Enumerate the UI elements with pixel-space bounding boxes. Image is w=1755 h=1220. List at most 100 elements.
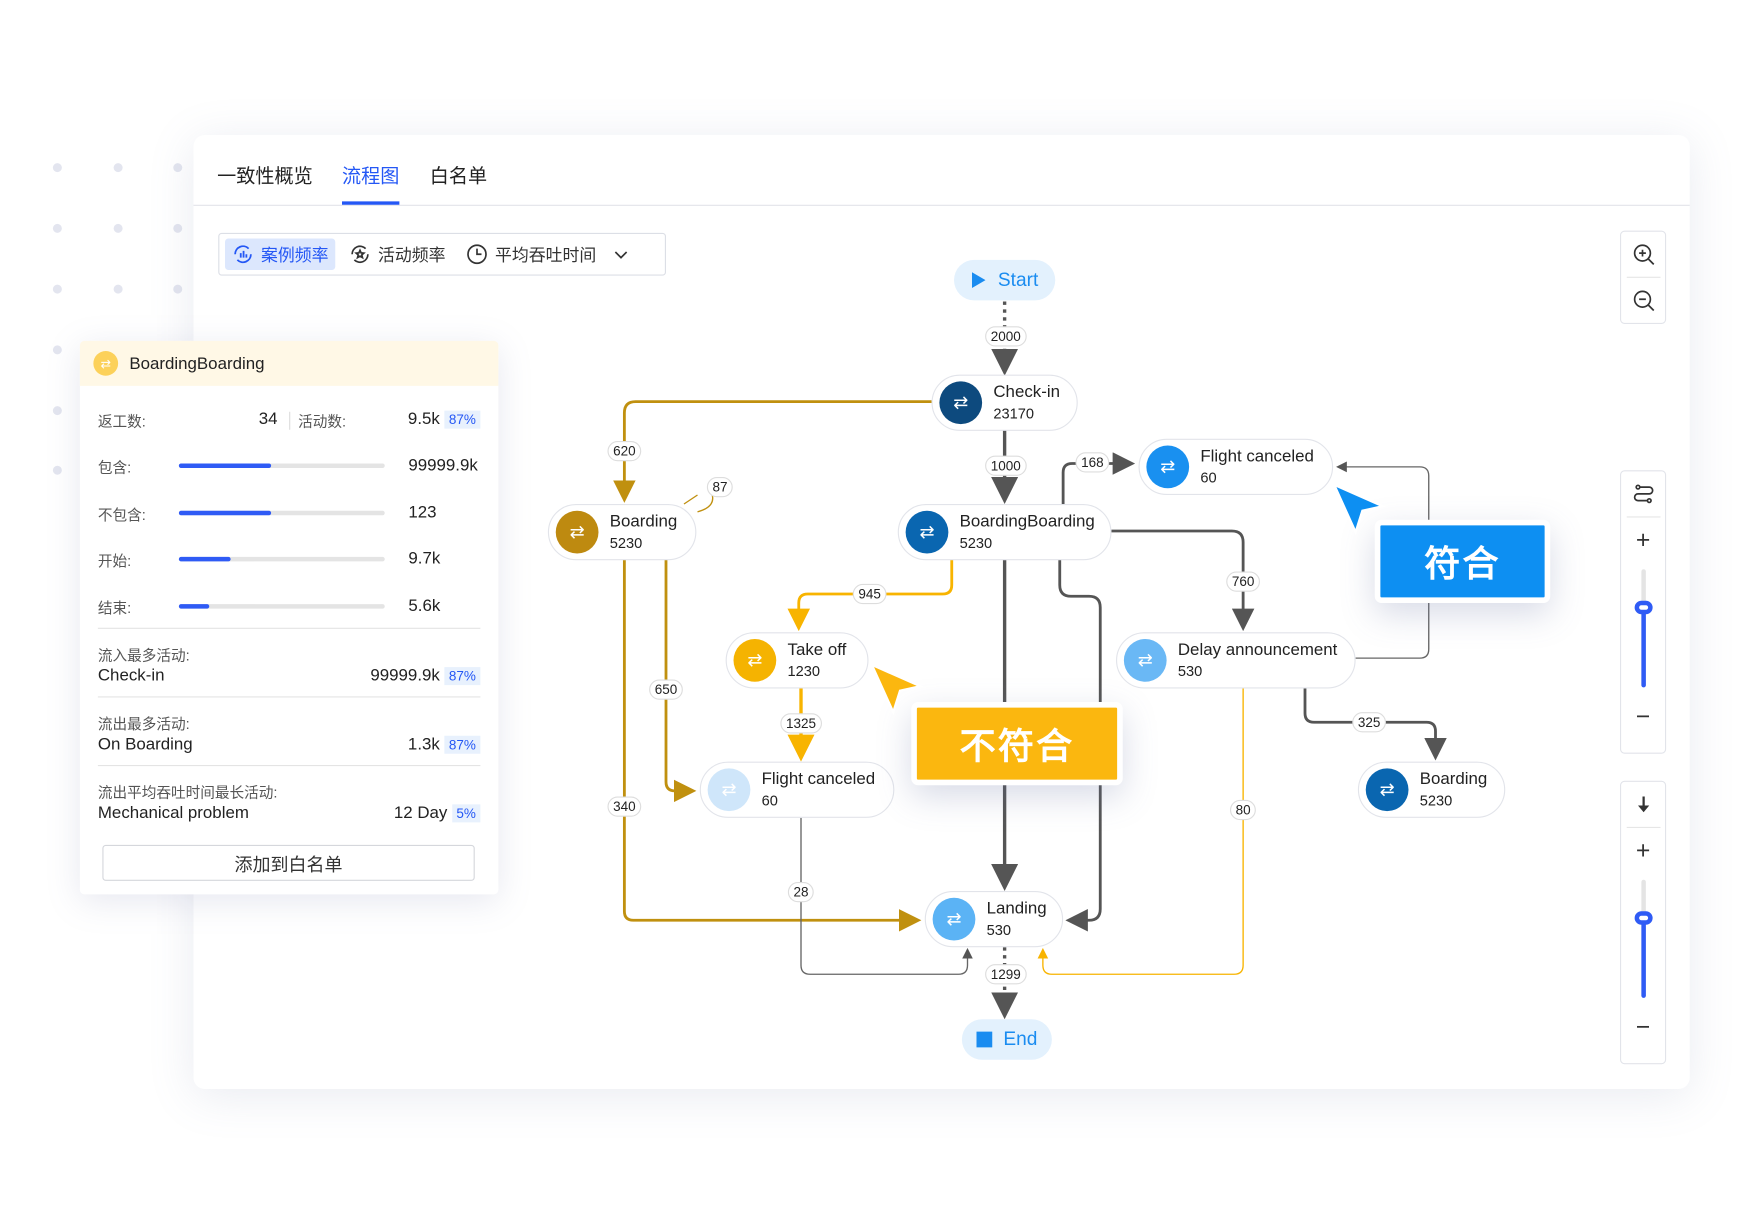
edge-label: 650 — [649, 679, 683, 700]
panel-title: BoardingBoarding — [129, 353, 265, 373]
activity-detail-panel: ⇄ BoardingBoarding 返工数: 34 活动数: 9.5k 87% … — [79, 340, 499, 895]
progress-bar — [178, 510, 385, 515]
rework-row: 返工数: 34 活动数: 9.5k 87% — [98, 410, 481, 431]
section-label: 流出平均吞吐时间最长活动: — [97, 784, 278, 801]
end-label: End — [1003, 1028, 1038, 1050]
divider — [97, 765, 481, 767]
add-to-whitelist-button[interactable]: 添加到白名单 — [102, 844, 475, 881]
panel-header: ⇄ BoardingBoarding — [79, 340, 499, 386]
start-label: Start — [997, 268, 1039, 291]
stat-bar-row: 包含: 99999.9k — [98, 456, 481, 477]
section-stat: 12 Day 5% — [394, 803, 481, 823]
node-name: Delay announcement — [1177, 640, 1338, 660]
stat-bar-row: 开始: 9.7k — [98, 549, 481, 570]
stage: 一致性概览 流程图 白名单 案例频率 活动频率 平均吞吐时间 + − + − 2… — [0, 0, 1755, 1220]
edge-label: 620 — [607, 441, 642, 462]
divider — [97, 696, 481, 698]
cursor-yellow-icon — [869, 662, 924, 716]
node-name: Boarding — [609, 511, 678, 531]
edge-label: 1325 — [780, 713, 822, 734]
activity-node[interactable]: ⇄ Flight canceled 60 — [699, 761, 895, 818]
section-value: 99999.9k — [370, 666, 440, 686]
node-count: 60 — [1200, 469, 1217, 486]
stat-label: 结束: — [97, 599, 132, 616]
edge-checkin-boarding — [613, 400, 932, 503]
section-activity: Check-in — [97, 666, 165, 686]
node-count: 5230 — [609, 534, 643, 552]
section-stat: 99999.9k 87% — [370, 666, 481, 686]
node-name: Take off — [787, 640, 847, 660]
start-node[interactable]: Start — [954, 259, 1056, 301]
activity-node[interactable]: ⇄ Boarding 5230 — [547, 504, 697, 561]
activity-node[interactable]: ⇄ Check-in 23170 — [931, 374, 1078, 431]
progress-bar — [178, 556, 385, 562]
swap-icon: ⇄ — [733, 639, 777, 682]
stat-bar-row: 不包含: 123 — [98, 502, 481, 523]
stat-value: 5.6k — [408, 595, 441, 615]
stat-bar-row: 结束: 5.6k — [98, 596, 481, 617]
node-count: 5230 — [959, 534, 993, 552]
node-name: Landing — [986, 898, 1047, 918]
edge-label: 2000 — [985, 326, 1027, 347]
divider — [289, 411, 291, 430]
conform-label: 符合 — [1424, 543, 1501, 584]
swap-icon: ⇄ — [939, 381, 983, 425]
percent-badge: 87% — [444, 410, 481, 429]
swap-icon: ⇄ — [932, 897, 976, 941]
edge-label: 28 — [787, 882, 815, 903]
progress-bar — [178, 603, 385, 609]
swap-icon: ⇄ — [1365, 768, 1409, 812]
node-count: 23170 — [993, 405, 1035, 422]
activity-node[interactable]: ⇄ BoardingBoarding 5230 — [897, 504, 1112, 561]
swap-icon: ⇄ — [707, 768, 751, 812]
section-activity: Mechanical problem — [97, 803, 249, 823]
stat-label: 不包含: — [97, 505, 146, 523]
activity-label: 活动数: — [298, 412, 347, 430]
activity-node[interactable]: ⇄ Landing 530 — [924, 891, 1064, 948]
activity-value: 9.5k — [407, 409, 440, 429]
edge-label: 340 — [607, 796, 642, 817]
section-row: On Boarding 1.3k 87% — [98, 735, 481, 754]
edge-label: 80 — [1229, 799, 1257, 821]
section-row: Mechanical problem 12 Day 5% — [97, 803, 481, 823]
section-row: Check-in 99999.9k 87% — [97, 666, 481, 686]
node-count: 530 — [1177, 662, 1203, 680]
section-activity: On Boarding — [97, 734, 193, 754]
stop-icon — [976, 1031, 993, 1048]
rework-value: 34 — [258, 409, 278, 429]
activity-node[interactable]: ⇄ Delay announcement 530 — [1116, 632, 1356, 689]
edge-label: 87 — [706, 477, 734, 498]
edge-boarding-self — [683, 491, 714, 513]
stat-label: 包含: — [97, 459, 132, 476]
swap-icon: ⇄ — [555, 510, 599, 554]
node-name: Check-in — [993, 382, 1060, 402]
activity-node[interactable]: ⇄ Boarding 5230 — [1357, 761, 1506, 818]
stat-label: 开始: — [97, 552, 132, 570]
activity-node[interactable]: ⇄ Flight canceled 60 — [1138, 438, 1334, 495]
edge-label: 325 — [1352, 712, 1387, 733]
end-node[interactable]: End — [961, 1019, 1052, 1060]
stat-value: 99999.9k — [408, 455, 478, 475]
node-count: 1230 — [787, 662, 821, 680]
edge-bb-delay — [1111, 529, 1255, 632]
section-stat: 1.3k 87% — [407, 734, 481, 754]
swap-icon: ⇄ — [93, 351, 119, 376]
progress-bar — [178, 463, 385, 468]
node-count: 530 — [986, 921, 1012, 939]
stat-value: 123 — [408, 502, 437, 522]
cursor-blue-icon — [1332, 482, 1387, 536]
activity-stat: 9.5k 87% — [407, 409, 481, 429]
section-value: 1.3k — [407, 734, 440, 754]
edge-label: 760 — [1226, 571, 1261, 592]
edge-boarding-flightcanceled — [664, 559, 697, 803]
node-count: 60 — [761, 792, 778, 809]
nonconform-label: 不符合 — [959, 725, 1075, 767]
node-name: Boarding — [1419, 769, 1488, 789]
activity-node[interactable]: ⇄ Take off 1230 — [725, 632, 869, 689]
swap-icon: ⇄ — [1123, 639, 1167, 682]
node-name: Flight canceled — [1200, 446, 1314, 466]
stat-value: 9.7k — [408, 549, 441, 569]
percent-badge: 87% — [444, 667, 481, 686]
rework-label: 返工数: — [97, 412, 146, 430]
divider — [97, 627, 481, 629]
